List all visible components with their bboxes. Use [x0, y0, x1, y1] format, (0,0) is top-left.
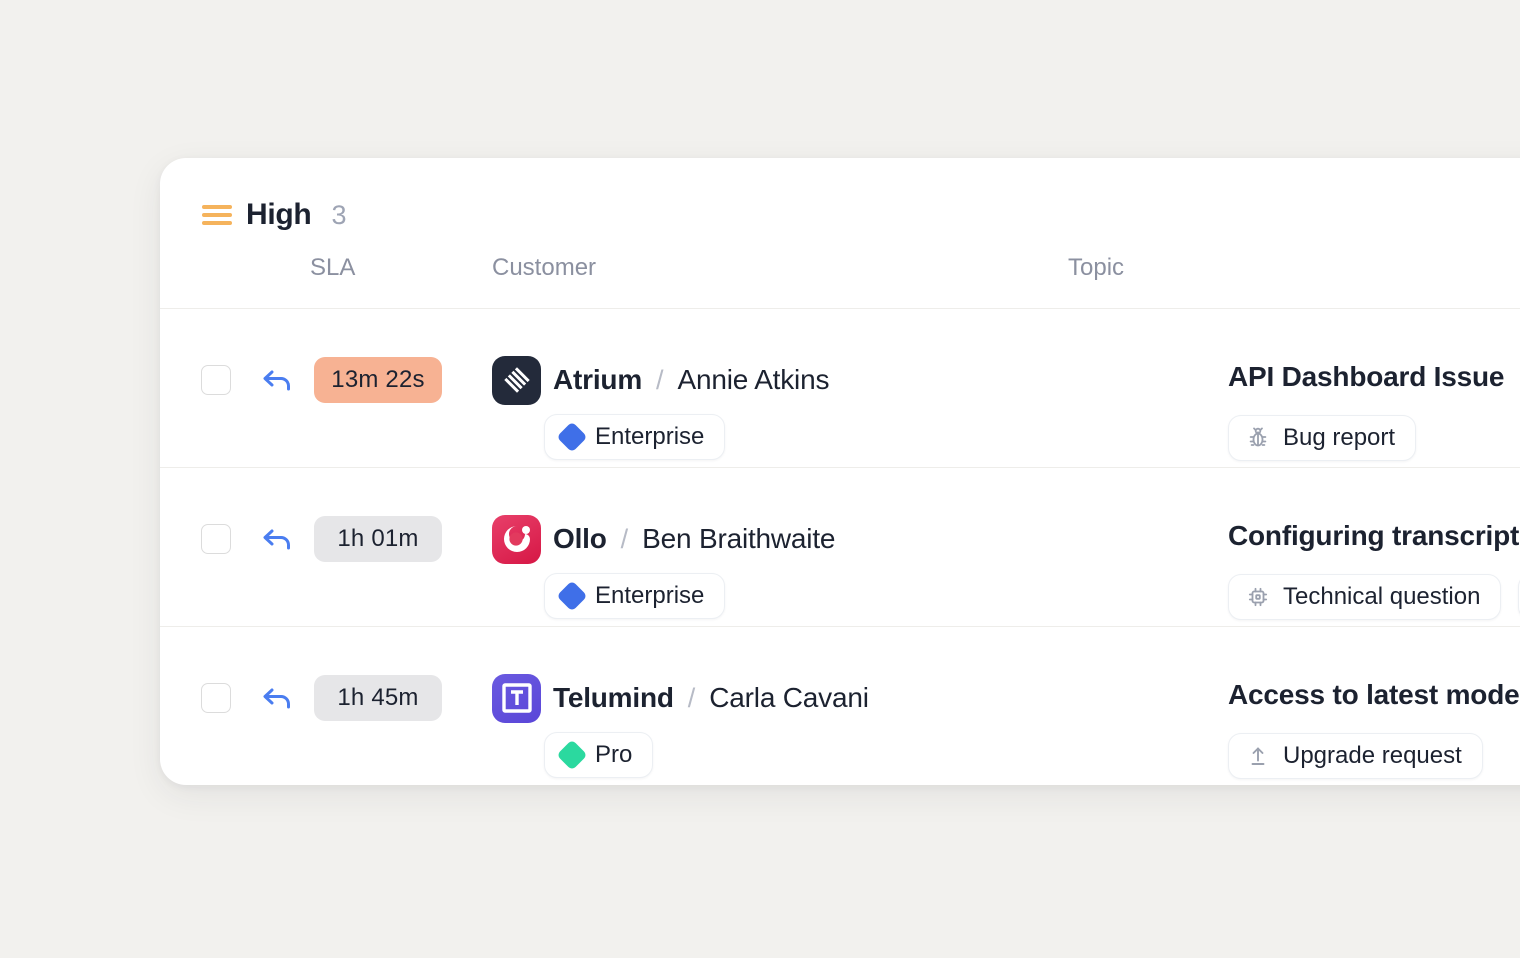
customer-cell: Atrium / Annie Atkins Enterprise [492, 309, 829, 460]
priority-high-bars-icon [202, 205, 232, 225]
topic-title: Configuring transcription token [1228, 520, 1520, 551]
topic-tag[interactable]: Upgrade request [1228, 733, 1483, 779]
reply-arrow-icon[interactable] [261, 523, 295, 553]
topic-title: API Dashboard Issue [1228, 361, 1505, 392]
page-background: High 3 SLA Customer Topic 13m 22s Atrium… [0, 0, 1520, 958]
customer-company: Ollo [553, 523, 607, 554]
ticket-list-card: High 3 SLA Customer Topic 13m 22s Atrium… [160, 158, 1520, 785]
customer-separator: / [687, 682, 696, 713]
topic-cell: API Dashboard Issue Bug report [1228, 309, 1504, 461]
topic-tag-list: Technical question Onboarding [1228, 574, 1520, 620]
customer-person: Carla Cavani [709, 682, 869, 713]
topic-tag[interactable]: Technical question [1228, 574, 1502, 620]
sla-badge: 1h 45m [314, 675, 442, 721]
customer-person: Annie Atkins [677, 364, 830, 395]
diamond-icon [556, 580, 588, 612]
plan-label: Enterprise [595, 582, 705, 609]
row-select-checkbox[interactable] [201, 524, 231, 554]
plan-badge[interactable]: Enterprise [544, 414, 726, 460]
row-select-checkbox[interactable] [201, 683, 231, 713]
topic-tag-label: Technical question [1283, 583, 1481, 610]
table-row[interactable]: 1h 45m Telumind / Carla Cavani Pro Acces… [160, 626, 1520, 785]
row-select-checkbox[interactable] [201, 365, 231, 395]
customer-person: Ben Braithwaite [642, 523, 836, 554]
topic-tag-list: Upgrade request [1228, 733, 1520, 779]
customer-separator: / [620, 523, 629, 554]
sla-badge: 1h 01m [314, 516, 442, 562]
diamond-icon [556, 739, 588, 771]
topic-tag[interactable]: Bug report [1228, 415, 1417, 461]
priority-group-label: High [246, 198, 312, 231]
atrium-logo-icon [492, 355, 541, 405]
column-header-row: SLA Customer Topic [160, 240, 1520, 308]
plan-label: Pro [595, 741, 633, 768]
customer-company: Telumind [553, 682, 674, 713]
table-row[interactable]: 1h 01m Ollo / Ben Braithwaite Enterprise… [160, 467, 1520, 626]
customer-cell: Ollo / Ben Braithwaite Enterprise [492, 468, 835, 619]
reply-arrow-icon[interactable] [261, 682, 295, 712]
topic-tag-list: Bug report [1228, 415, 1504, 461]
customer-separator: / [656, 364, 664, 395]
telumind-logo-icon [492, 673, 541, 723]
customer-company: Atrium [553, 364, 643, 395]
plan-label: Enterprise [595, 423, 705, 450]
topic-cell: Access to latest models Upgrade request [1228, 627, 1520, 779]
topic-tag-label: Upgrade request [1283, 742, 1462, 769]
topic-tag-label: Bug report [1283, 424, 1396, 451]
ollo-logo-icon [492, 514, 541, 564]
plan-badge[interactable]: Pro [544, 732, 654, 778]
diamond-icon [556, 421, 588, 453]
priority-group-count: 3 [331, 199, 347, 230]
column-header-sla: SLA [310, 254, 356, 281]
topic-title: Access to latest models [1228, 679, 1520, 710]
customer-cell: Telumind / Carla Cavani Pro [492, 627, 869, 778]
topic-cell: Configuring transcription token Technica… [1228, 468, 1520, 620]
column-header-topic: Topic [1068, 254, 1125, 281]
reply-arrow-icon[interactable] [261, 364, 295, 394]
priority-group-header[interactable]: High 3 [160, 158, 1520, 240]
sla-badge: 13m 22s [314, 357, 442, 403]
column-header-customer: Customer [492, 254, 597, 281]
table-row[interactable]: 13m 22s Atrium / Annie Atkins Enterprise… [160, 308, 1520, 467]
plan-badge[interactable]: Enterprise [544, 573, 726, 619]
